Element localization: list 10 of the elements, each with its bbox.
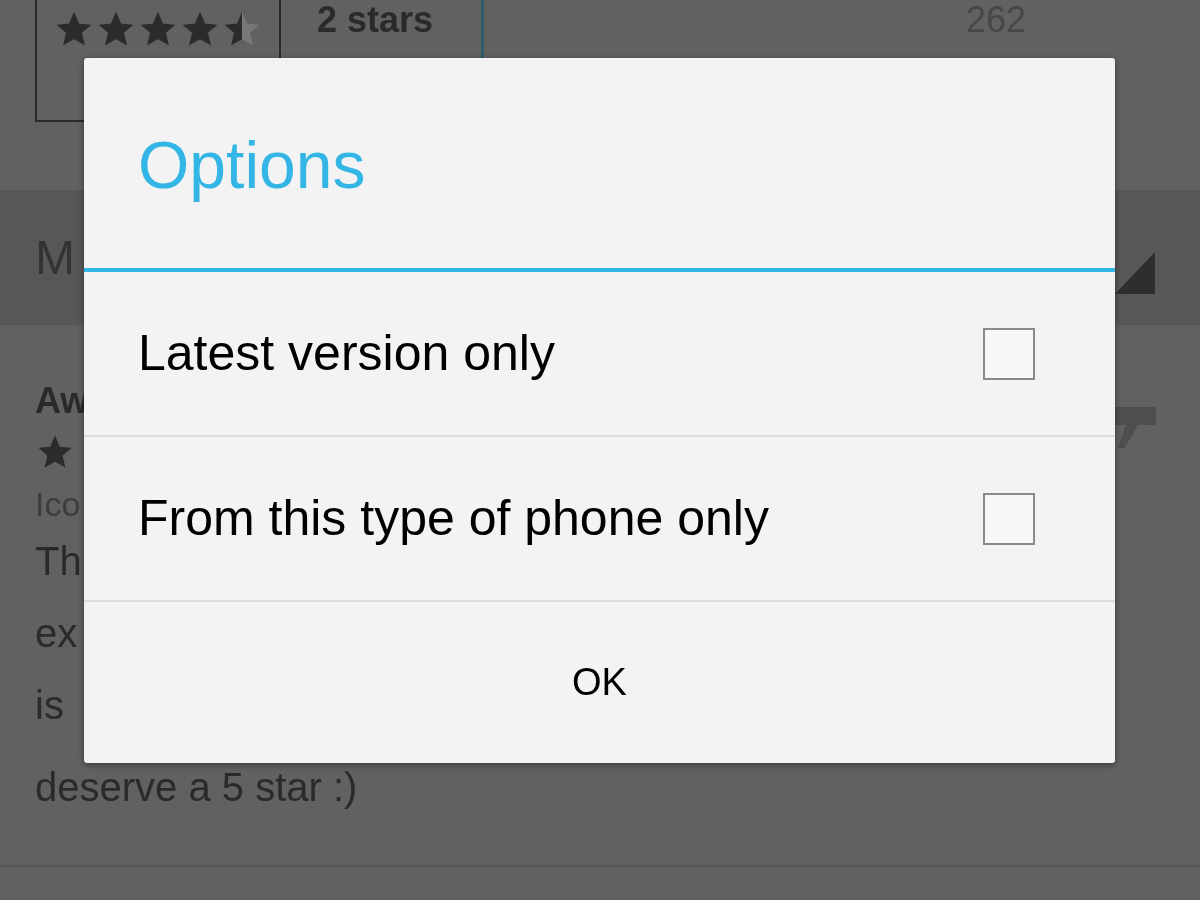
option-label: Latest version only	[138, 324, 555, 383]
dropdown-corner-icon	[1115, 251, 1155, 294]
checkbox[interactable]	[983, 492, 1035, 545]
option-row[interactable]: From this type of phone only	[84, 437, 1115, 602]
ok-button[interactable]: OK	[84, 602, 1115, 763]
option-row[interactable]: Latest version only	[84, 272, 1115, 437]
review-text: ex	[35, 610, 78, 657]
option-label: From this type of phone only	[138, 489, 769, 548]
checkbox[interactable]	[983, 327, 1035, 380]
review-text: is	[35, 682, 64, 729]
